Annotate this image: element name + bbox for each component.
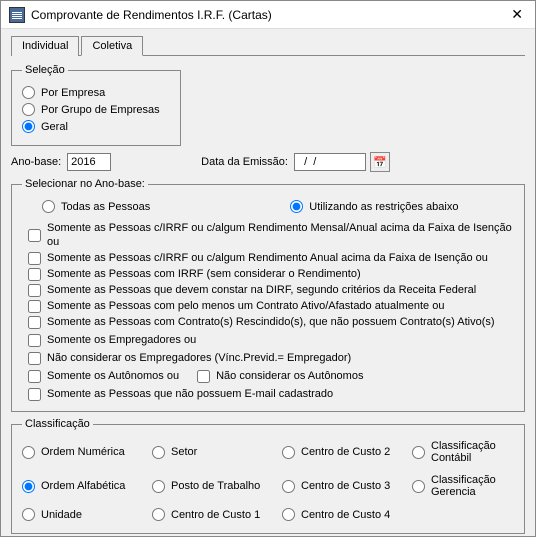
- chk-c5[interactable]: [28, 300, 41, 313]
- lbl-c1: Somente as Pessoas c/IRRF ou c/algum Ren…: [47, 221, 514, 249]
- radio-setor[interactable]: [152, 446, 165, 459]
- lbl-c2: Somente as Pessoas c/IRRF ou c/algum Ren…: [47, 251, 488, 265]
- lbl-ger: Classificação Gerencia: [431, 474, 514, 498]
- radio-unidade[interactable]: [22, 508, 35, 521]
- radio-cc1[interactable]: [152, 508, 165, 521]
- chk-c7a[interactable]: [28, 334, 41, 347]
- radio-por-empresa[interactable]: [22, 86, 35, 99]
- radio-por-grupo[interactable]: [22, 103, 35, 116]
- lbl-cc3: Centro de Custo 3: [301, 480, 390, 492]
- selecao-group: Seleção Por Empresa Por Grupo de Empresa…: [11, 64, 181, 146]
- selecao-legend: Seleção: [22, 64, 68, 76]
- radio-cc2[interactable]: [282, 446, 295, 459]
- lbl-posto: Posto de Trabalho: [171, 480, 260, 492]
- ano-base-label: Ano-base:: [11, 156, 61, 168]
- chk-c7b[interactable]: [28, 352, 41, 365]
- lbl-ordem-alfa: Ordem Alfabética: [41, 480, 125, 492]
- data-emissao-input[interactable]: [294, 153, 366, 171]
- lbl-c5: Somente as Pessoas com pelo menos um Con…: [47, 299, 444, 313]
- radio-geral[interactable]: [22, 120, 35, 133]
- radio-cc4[interactable]: [282, 508, 295, 521]
- close-icon[interactable]: ✕: [507, 6, 527, 23]
- label-por-empresa: Por Empresa: [41, 87, 105, 99]
- content: Individual Coletiva Seleção Por Empresa …: [1, 29, 535, 536]
- chk-c8a[interactable]: [28, 370, 41, 383]
- lbl-setor: Setor: [171, 446, 197, 458]
- lbl-c4: Somente as Pessoas que devem constar na …: [47, 283, 476, 297]
- ano-base-input[interactable]: [67, 153, 111, 171]
- window-title: Comprovante de Rendimentos I.R.F. (Carta…: [31, 8, 507, 22]
- radio-ordem-alfa[interactable]: [22, 480, 35, 493]
- calendar-icon[interactable]: 📅: [370, 152, 390, 172]
- classificacao-group: Classificação Ordem Numérica Setor Centr…: [11, 418, 525, 534]
- window: Comprovante de Rendimentos I.R.F. (Carta…: [0, 0, 536, 537]
- chk-c3[interactable]: [28, 268, 41, 281]
- tabs: Individual Coletiva: [11, 35, 525, 56]
- radio-todas-pessoas[interactable]: [42, 200, 55, 213]
- radio-restricoes[interactable]: [290, 200, 303, 213]
- label-todas: Todas as Pessoas: [61, 201, 150, 213]
- lbl-c8a: Somente os Autônomos ou: [47, 369, 179, 383]
- radio-cc3[interactable]: [282, 480, 295, 493]
- label-por-grupo: Por Grupo de Empresas: [41, 104, 160, 116]
- lbl-cont: Classificação Contábil: [431, 440, 514, 464]
- lbl-cc4: Centro de Custo 4: [301, 509, 390, 521]
- data-emissao-label: Data da Emissão:: [201, 156, 288, 168]
- app-icon: [9, 7, 25, 23]
- lbl-cc2: Centro de Custo 2: [301, 446, 390, 458]
- lbl-c8b: Não considerar os Autônomos: [216, 369, 363, 383]
- lbl-cc1: Centro de Custo 1: [171, 509, 260, 521]
- lbl-c9: Somente as Pessoas que não possuem E-mai…: [47, 387, 333, 401]
- chk-c1[interactable]: [28, 229, 41, 242]
- chk-c2[interactable]: [28, 252, 41, 265]
- label-geral: Geral: [41, 121, 68, 133]
- chk-c9[interactable]: [28, 388, 41, 401]
- sel-ano-legend: Selecionar no Ano-base:: [22, 178, 148, 190]
- label-restricoes: Utilizando as restrições abaixo: [309, 201, 458, 213]
- lbl-c3: Somente as Pessoas com IRRF (sem conside…: [47, 267, 361, 281]
- lbl-c7a: Somente os Empregadores ou: [47, 333, 196, 347]
- lbl-c7b: Não considerar os Empregadores (Vínc.Pre…: [47, 351, 351, 365]
- chk-c4[interactable]: [28, 284, 41, 297]
- radio-ordem-num[interactable]: [22, 446, 35, 459]
- radio-posto[interactable]: [152, 480, 165, 493]
- row-ano-data: Ano-base: Data da Emissão: 📅: [11, 152, 525, 172]
- titlebar: Comprovante de Rendimentos I.R.F. (Carta…: [1, 1, 535, 29]
- sel-ano-base-group: Selecionar no Ano-base: Todas as Pessoas…: [11, 178, 525, 412]
- lbl-unidade: Unidade: [41, 509, 82, 521]
- lbl-c6: Somente as Pessoas com Contrato(s) Resci…: [47, 315, 495, 329]
- lbl-ordem-num: Ordem Numérica: [41, 446, 125, 458]
- tab-individual[interactable]: Individual: [11, 36, 79, 56]
- radio-ger[interactable]: [412, 480, 425, 493]
- chk-c6[interactable]: [28, 316, 41, 329]
- radio-cont[interactable]: [412, 446, 425, 459]
- chk-c8b[interactable]: [197, 370, 210, 383]
- tab-coletiva[interactable]: Coletiva: [81, 36, 143, 56]
- class-legend: Classificação: [22, 418, 93, 430]
